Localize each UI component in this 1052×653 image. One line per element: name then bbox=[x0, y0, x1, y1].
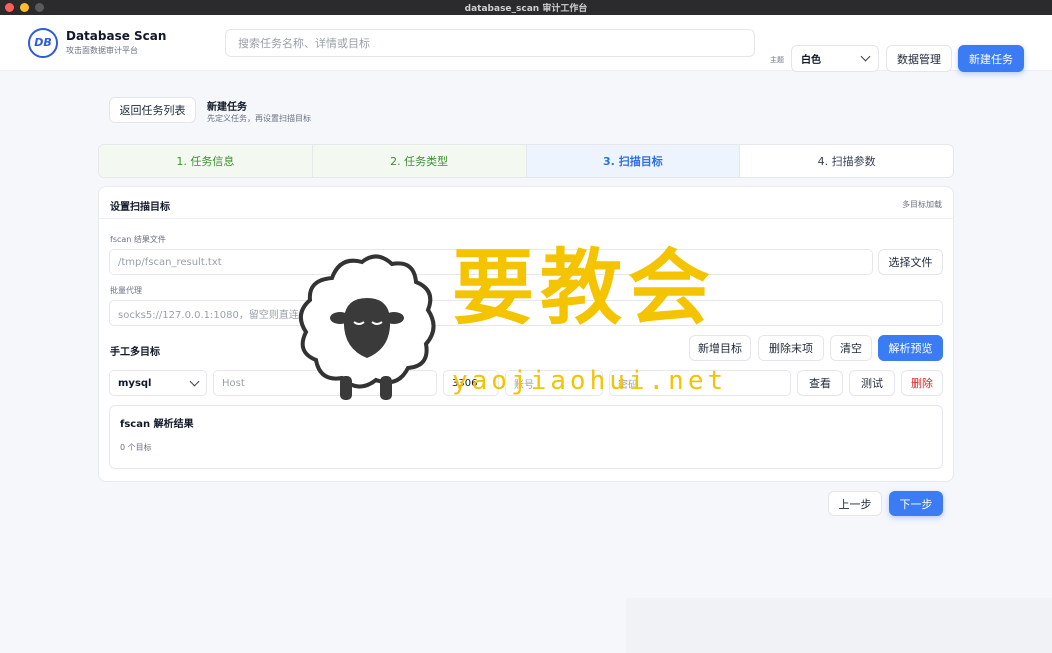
db-type-value: mysql bbox=[118, 377, 152, 389]
page-subtitle: 先定义任务，再设置扫描目标 bbox=[207, 114, 311, 123]
delete-row-button[interactable]: 删除 bbox=[901, 370, 943, 396]
view-button[interactable]: 查看 bbox=[797, 370, 843, 396]
watermark-text: 要教会 bbox=[452, 241, 717, 336]
step-task-type[interactable]: 2. 任务类型 bbox=[312, 145, 527, 177]
result-title: fscan 解析结果 bbox=[120, 419, 194, 430]
search-input[interactable]: 搜索任务名称、详情或目标 bbox=[225, 29, 755, 57]
theme-select-value: 白色 bbox=[801, 55, 821, 66]
clear-button[interactable]: 清空 bbox=[830, 335, 872, 361]
step-scan-target[interactable]: 3. 扫描目标 bbox=[526, 145, 741, 177]
theme-select[interactable]: 白色 bbox=[791, 45, 879, 72]
next-step-button[interactable]: 下一步 bbox=[889, 491, 943, 516]
card-title: 设置扫描目标 bbox=[110, 202, 170, 213]
proxy-label: 批量代理 bbox=[110, 286, 142, 295]
add-target-button[interactable]: 新增目标 bbox=[689, 335, 751, 361]
fscan-file-label: fscan 结果文件 bbox=[110, 235, 166, 244]
close-window-button[interactable] bbox=[5, 3, 14, 12]
prev-step-button[interactable]: 上一步 bbox=[828, 491, 882, 516]
step-bar: 1. 任务信息 2. 任务类型 3. 扫描目标 4. 扫描参数 bbox=[98, 144, 954, 178]
multi-target-load-link[interactable]: 多目标加载 bbox=[902, 199, 942, 210]
window-controls bbox=[5, 3, 44, 12]
watermark-url: yaojiaohui.net bbox=[452, 366, 728, 396]
theme-label: 主题 bbox=[770, 56, 784, 64]
fscan-result-panel: fscan 解析结果 0 个目标 bbox=[109, 405, 943, 469]
app-header: DB Database Scan 攻击面数据审计平台 搜索任务名称、详情或目标 … bbox=[0, 15, 1052, 72]
brand-subtitle: 攻击面数据审计平台 bbox=[66, 46, 138, 55]
result-count: 0 个目标 bbox=[120, 443, 152, 452]
remove-last-button[interactable]: 删除末项 bbox=[758, 335, 824, 361]
back-to-list-button[interactable]: 返回任务列表 bbox=[109, 97, 196, 123]
brand: Database Scan 攻击面数据审计平台 bbox=[66, 29, 166, 56]
step-task-info[interactable]: 1. 任务信息 bbox=[99, 145, 313, 177]
chevron-down-icon bbox=[189, 376, 200, 386]
new-task-button[interactable]: 新建任务 bbox=[958, 45, 1024, 72]
parse-preview-button[interactable]: 解析预览 bbox=[878, 335, 943, 361]
zoom-window-button[interactable] bbox=[35, 3, 44, 12]
window-title: database_scan 审计工作台 bbox=[464, 4, 588, 14]
sheep-logo-icon bbox=[298, 254, 436, 400]
step-scan-params[interactable]: 4. 扫描参数 bbox=[740, 145, 953, 177]
logo-icon: DB bbox=[28, 27, 58, 58]
chevron-down-icon bbox=[860, 51, 871, 62]
db-type-select[interactable]: mysql bbox=[109, 370, 207, 396]
card-header: 设置扫描目标 多目标加载 bbox=[99, 187, 953, 219]
corner-overlay bbox=[626, 598, 1052, 653]
test-button[interactable]: 测试 bbox=[849, 370, 895, 396]
minimize-window-button[interactable] bbox=[20, 3, 29, 12]
page-title: 新建任务 bbox=[207, 102, 247, 113]
window-titlebar: database_scan 审计工作台 bbox=[0, 0, 1052, 15]
brand-name: Database Scan bbox=[66, 29, 167, 43]
manual-targets-title: 手工多目标 bbox=[110, 347, 160, 358]
data-manage-button[interactable]: 数据管理 bbox=[886, 45, 952, 72]
choose-file-button[interactable]: 选择文件 bbox=[878, 249, 943, 275]
